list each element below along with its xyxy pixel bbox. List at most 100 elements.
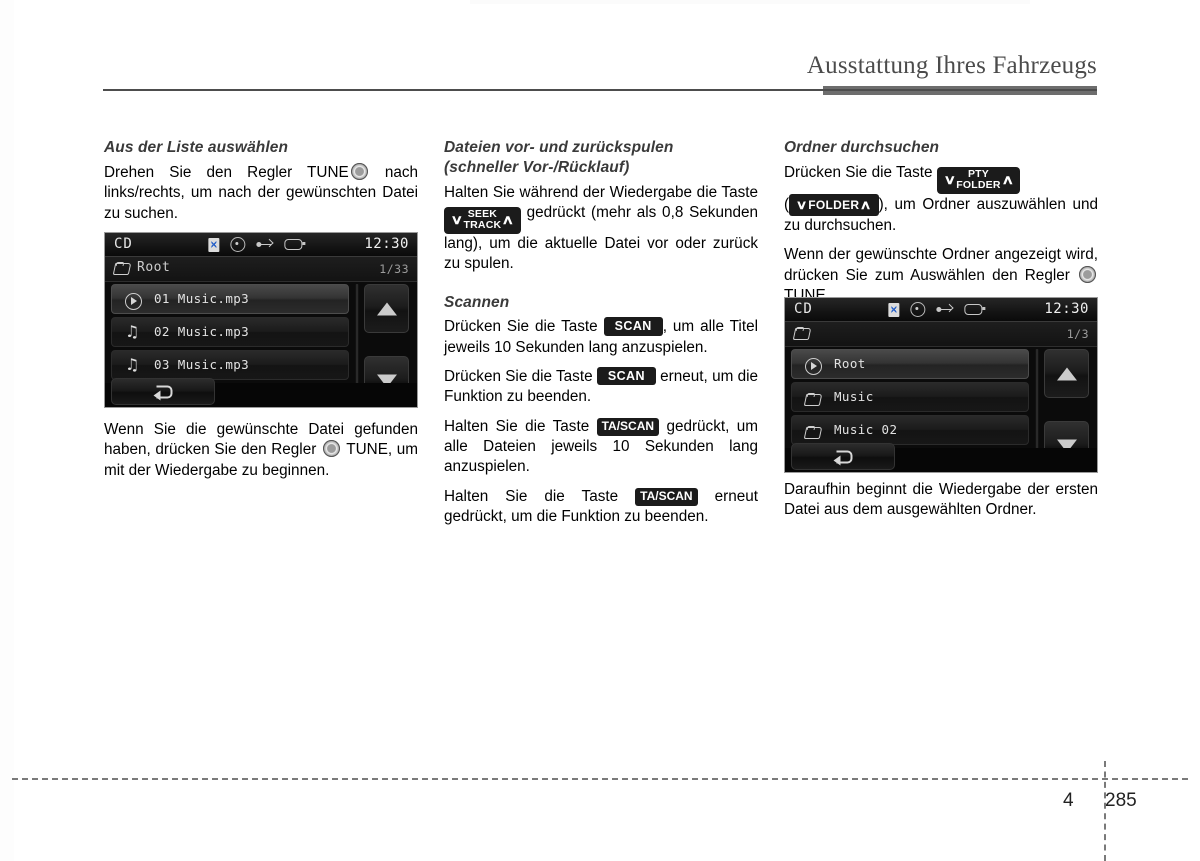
back-button[interactable] (111, 378, 215, 405)
list-item-label: Root (834, 356, 866, 371)
column-left: Aus der Liste auswählen Drehen Sie den R… (104, 138, 418, 233)
screen2-path-bar: 1/3 (785, 322, 1097, 347)
pty-folder-key-label: PTY FOLDER (956, 168, 1000, 191)
screen1-status-bar: CD 12:30 (105, 233, 417, 257)
caption-right: Daraufhin beginnt die Wiedergabe der ers… (784, 480, 1098, 521)
list-item[interactable]: 02 Music.mp3 (111, 317, 349, 347)
list-item-label: Music 02 (834, 422, 898, 437)
page-number: 4 285 (1063, 790, 1137, 812)
paragraph-text-part1: Drehen Sie den Regler TUNE (104, 163, 349, 181)
paragraph-turn-tune-knob: Drehen Sie den Regler TUNE nach links/re… (104, 162, 418, 224)
tune-knob-icon (1079, 265, 1096, 283)
footer-dashed-rule (12, 778, 1188, 780)
folder-icon (805, 393, 821, 405)
section-heading-select-from-list: Aus der Liste auswählen (104, 139, 289, 156)
screen1-path-label: Root (137, 260, 171, 275)
scan-key-badge[interactable]: SCAN (596, 367, 656, 386)
screen2-clock: 12:30 (1044, 301, 1089, 317)
aux-icon (964, 304, 986, 315)
section-heading-scan: Scannen (444, 293, 510, 311)
back-button[interactable] (791, 443, 895, 470)
folder-icon (114, 262, 130, 274)
seek-track-key-label: SEEK TRACK (464, 209, 502, 231)
scan-artifact-top (470, 0, 1030, 4)
list-item[interactable]: 01 Music.mp3 (111, 284, 349, 314)
music-note-icon (125, 322, 140, 341)
folder-icon (794, 327, 810, 339)
paragraph-playback-starts: Daraufhin beginnt die Wiedergabe der ers… (784, 481, 1098, 519)
bluetooth-icon (208, 237, 220, 252)
usb-icon (936, 303, 954, 316)
list-item-label: 02 Music.mp3 (154, 324, 250, 339)
pty-folder-key-badge[interactable]: ∨ PTY FOLDER ∧ (936, 166, 1021, 194)
screen1-status-icons (208, 237, 306, 252)
section-heading-fast-forward: Dateien vor- und zurückspulen (schneller… (444, 138, 758, 178)
tune-knob-icon (350, 162, 368, 180)
tune-knob-icon (322, 440, 340, 458)
music-note-icon (125, 355, 140, 374)
scan-artifact-left (0, 0, 14, 861)
header-rule-line (103, 89, 1097, 91)
list-item[interactable]: 03 Music.mp3 (111, 350, 349, 380)
folder-key-badge[interactable]: ∨FOLDER∧ (789, 193, 879, 217)
screen2-status-icons (888, 302, 986, 317)
scan-p3-part1: Halten Sie die Taste (444, 417, 590, 435)
list-item-label: 01 Music.mp3 (154, 291, 250, 306)
screen1-source-label: CD (114, 236, 133, 252)
heading-line-2: (schneller Vor-/Rücklauf) (444, 158, 630, 176)
play-icon (805, 358, 822, 375)
column-middle: Dateien vor- und zurückspulen (schneller… (444, 138, 758, 527)
list-item-label: Music (834, 389, 874, 404)
page-title: Ausstattung Ihres Fahrzeugs (806, 52, 1097, 79)
back-arrow-icon (833, 450, 853, 465)
folder-icon (805, 426, 821, 438)
folder-key-label: FOLDER (808, 197, 860, 212)
scroll-up-button[interactable] (1044, 349, 1089, 398)
list-item[interactable]: Music 02 (791, 415, 1029, 445)
disc-icon (910, 302, 926, 317)
tascan-key-badge[interactable]: TA/SCAN (596, 417, 660, 436)
chevron-down-icon: ∨ (795, 197, 808, 212)
chevron-up-icon (1056, 367, 1077, 380)
scan-p4-part1: Halten Sie die Taste (444, 487, 619, 505)
screen1-path-bar: Root 1/33 (105, 257, 417, 282)
right-p2-part1: Wenn der gewünschte Ordner angezeigt wir… (784, 246, 1098, 284)
chevron-up-icon (376, 302, 397, 315)
chevron-down-icon: ∨ (943, 172, 956, 188)
chevron-down-icon: ∨ (450, 212, 464, 228)
list-item-label: 03 Music.mp3 (154, 357, 250, 372)
column-right: Ordner durchsuchen Drücken Sie die Taste… (784, 138, 1098, 315)
section-heading-browse-folders: Ordner durchsuchen (784, 139, 940, 156)
chevron-up-icon: ∧ (501, 212, 515, 228)
aux-icon (284, 239, 306, 250)
paragraph-scan-start: Drücken Sie die Taste SCAN, um alle Tite… (444, 317, 758, 358)
chapter-number: 4 (1063, 790, 1074, 811)
screen1-path-count: 1/33 (379, 262, 409, 276)
seek-track-key-badge[interactable]: ∨ SEEK TRACK ∧ (444, 207, 521, 234)
chevron-up-icon: ∧ (860, 197, 872, 212)
head-unit-screen-folder-list[interactable]: CD 12:30 1/3 Root Music Music 02 (784, 297, 1098, 473)
bluetooth-icon (888, 302, 900, 317)
paragraph-tascan-hold: Halten Sie die Taste TA/SCAN gedrückt, u… (444, 417, 758, 478)
usb-icon (256, 238, 274, 251)
head-unit-screen-file-list[interactable]: CD 12:30 Root 1/33 01 Music.mp3 02 Music… (104, 232, 418, 408)
scan-key-badge[interactable]: SCAN (603, 317, 663, 336)
screen2-path-count: 1/3 (1066, 327, 1089, 341)
tascan-key-badge[interactable]: TA/SCAN (635, 487, 698, 506)
page-number-value: 285 (1105, 790, 1137, 811)
paragraph-press-tune-to-play: Wenn Sie die gewünschte Datei gefunden h… (104, 420, 418, 481)
caption-left: Wenn Sie die gewünschte Datei gefunden h… (104, 420, 418, 481)
heading-line-1: Dateien vor- und zurückspulen (444, 139, 674, 156)
paragraph-press-folder-key: Drücken Sie die Taste ∨ PTY FOLDER ∧(∨FOLDE… (784, 163, 1098, 237)
list-item[interactable]: Root (791, 349, 1029, 379)
disc-icon (230, 237, 246, 252)
scroll-up-button[interactable] (364, 284, 409, 333)
right-p1-part1: Drücken Sie die Taste (784, 163, 933, 181)
paragraph-tascan-stop: Halten Sie die Taste TA/SCAN erneut gedr… (444, 487, 758, 528)
list-item[interactable]: Music (791, 382, 1029, 412)
back-arrow-icon (153, 385, 173, 400)
scan-p1-part1: Drücken Sie die Taste (444, 318, 598, 336)
screen1-clock: 12:30 (364, 236, 409, 252)
play-icon (125, 293, 142, 310)
track-label: TRACK (463, 218, 502, 231)
